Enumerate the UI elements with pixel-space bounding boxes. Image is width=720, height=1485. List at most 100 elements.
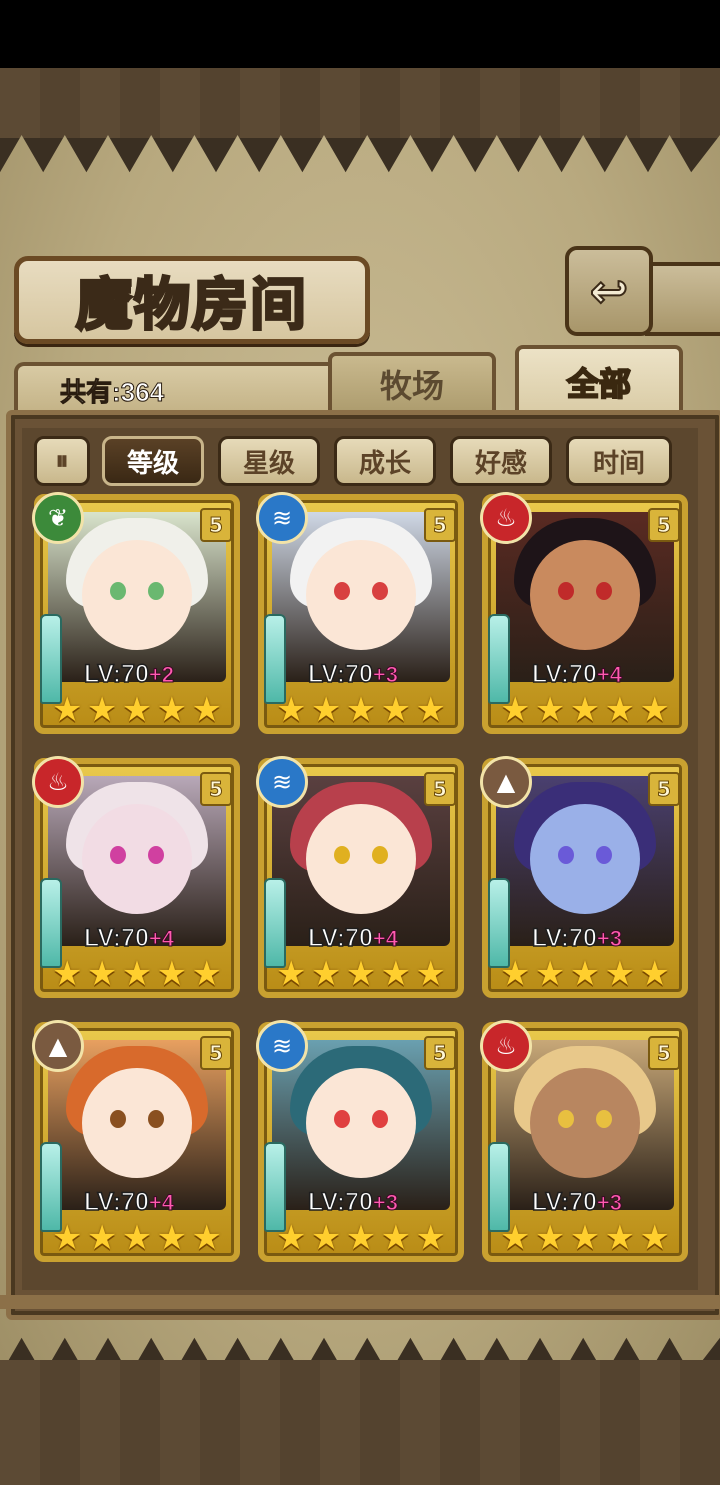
monster-card[interactable]: ♨ 5 LV:70+4 ★ ★ ★ ★ ★ — [480, 492, 688, 734]
portrait-eye — [334, 846, 350, 864]
portrait-eye — [596, 1110, 612, 1128]
star-icon: ★ — [604, 954, 636, 994]
page-title: 魔物房间 — [75, 270, 308, 339]
star-icon: ★ — [345, 1218, 377, 1258]
level-plus: +4 — [148, 926, 174, 952]
back-button-rail — [645, 262, 720, 336]
portrait-eye — [334, 1110, 350, 1128]
level-plus: +4 — [148, 1190, 174, 1216]
filter-time-label: 时间 — [592, 448, 645, 479]
rarity-badge: 5 — [648, 772, 680, 806]
portrait-face — [306, 540, 416, 650]
monster-card[interactable]: ≋ 5 LV:70+4 ★ ★ ★ ★ ★ — [256, 756, 464, 998]
star-icon: ★ — [639, 690, 670, 730]
star-icon: ★ — [86, 690, 118, 730]
level-plus: +4 — [596, 662, 622, 688]
star-icon: ★ — [86, 1218, 118, 1258]
level-value: LV:70 — [83, 1187, 149, 1217]
level-value: LV:70 — [531, 923, 597, 953]
tab-all[interactable]: 全部 — [515, 345, 683, 415]
filter-time[interactable]: 时间 — [566, 436, 672, 486]
filter-affection-label: 好感 — [474, 448, 527, 479]
star-icon: ★ — [534, 1218, 566, 1258]
earth-element-icon: ▲ — [32, 1020, 84, 1072]
level-value: LV:70 — [307, 1187, 373, 1217]
monster-card[interactable]: ▲ 5 LV:70+4 ★ ★ ★ ★ ★ — [32, 1020, 240, 1262]
portrait-eye — [148, 846, 164, 864]
star-icon: ★ — [380, 690, 412, 730]
star-icon: ★ — [380, 954, 412, 994]
monster-card[interactable]: ♨ 5 LV:70+3 ★ ★ ★ ★ ★ — [480, 1020, 688, 1262]
rarity-badge: 5 — [200, 508, 232, 542]
water-element-icon: ≋ — [256, 756, 308, 808]
star-icon: ★ — [86, 954, 118, 994]
star-icon: ★ — [380, 1218, 412, 1258]
portrait-eye — [372, 846, 388, 864]
level-plus: +4 — [372, 926, 398, 952]
star-icon: ★ — [604, 1218, 636, 1258]
star-rating: ★ ★ ★ ★ ★ — [276, 956, 446, 992]
portrait-eye — [558, 1110, 574, 1128]
level-value: LV:70 — [307, 923, 373, 953]
level-value: LV:70 — [531, 659, 597, 689]
filter-growth[interactable]: 成长 — [334, 436, 436, 486]
portrait-eye — [372, 1110, 388, 1128]
rarity-badge: 5 — [424, 1036, 456, 1070]
tab-ranch[interactable]: 牧场 — [328, 352, 496, 412]
level-label: LV:70+4 — [307, 923, 398, 953]
portrait-eye — [110, 846, 126, 864]
level-plus: +3 — [596, 926, 622, 952]
star-rating: ★ ★ ★ ★ ★ — [500, 1220, 670, 1256]
back-button[interactable]: ↩ — [565, 246, 653, 336]
filter-growth-label: 成长 — [358, 448, 411, 479]
star-icon: ★ — [156, 690, 188, 730]
star-rating: ★ ★ ★ ★ ★ — [500, 956, 670, 992]
water-element-icon: ≋ — [256, 492, 308, 544]
level-plus: +3 — [372, 1190, 398, 1216]
rarity-badge: 5 — [200, 1036, 232, 1070]
star-icon: ★ — [345, 954, 377, 994]
background-wood-top — [0, 68, 720, 138]
portrait-eye — [334, 582, 350, 600]
monster-card[interactable]: ▲ 5 LV:70+3 ★ ★ ★ ★ ★ — [480, 756, 688, 998]
portrait-eye — [372, 582, 388, 600]
tab-ranch-label: 牧场 — [379, 367, 444, 405]
monster-card[interactable]: ≋ 5 LV:70+3 ★ ★ ★ ★ ★ — [256, 492, 464, 734]
portrait-face — [530, 804, 640, 914]
star-icon: ★ — [52, 1218, 83, 1258]
sort-order-toggle[interactable]: ⏸ — [34, 436, 90, 486]
panel-bottom-border — [0, 1295, 720, 1309]
portrait-eye — [110, 1110, 126, 1128]
portrait-face — [82, 1068, 192, 1178]
star-icon: ★ — [345, 690, 377, 730]
star-icon: ★ — [604, 690, 636, 730]
level-label: LV:70+3 — [307, 1187, 398, 1217]
portrait-eye — [596, 846, 612, 864]
portrait-eye — [148, 1110, 164, 1128]
filter-level[interactable]: 等级 — [102, 436, 204, 486]
star-icon: ★ — [415, 954, 446, 994]
star-rating: ★ ★ ★ ★ ★ — [500, 692, 670, 728]
rarity-badge: 5 — [424, 772, 456, 806]
title-plate: 魔物房间 — [14, 256, 370, 344]
star-rating: ★ ★ ★ ★ ★ — [276, 1220, 446, 1256]
star-icon: ★ — [276, 1218, 307, 1258]
portrait-face — [82, 540, 192, 650]
level-value: LV:70 — [83, 659, 149, 689]
monster-card[interactable]: ≋ 5 LV:70+3 ★ ★ ★ ★ ★ — [256, 1020, 464, 1262]
level-plus: +3 — [596, 1190, 622, 1216]
filter-affection[interactable]: 好感 — [450, 436, 552, 486]
star-icon: ★ — [156, 954, 188, 994]
filter-star[interactable]: 星级 — [218, 436, 320, 486]
star-rating: ★ ★ ★ ★ ★ — [52, 692, 222, 728]
rarity-badge: 5 — [424, 508, 456, 542]
monster-card[interactable]: ❦ 5 LV:70+2 ★ ★ ★ ★ ★ — [32, 492, 240, 734]
level-label: LV:70+3 — [531, 1187, 622, 1217]
portrait-eye — [110, 582, 126, 600]
star-icon: ★ — [569, 954, 601, 994]
star-rating: ★ ★ ★ ★ ★ — [52, 1220, 222, 1256]
star-icon: ★ — [156, 1218, 188, 1258]
monster-card[interactable]: ♨ 5 LV:70+4 ★ ★ ★ ★ ★ — [32, 756, 240, 998]
portrait-eye — [558, 582, 574, 600]
star-icon: ★ — [569, 690, 601, 730]
